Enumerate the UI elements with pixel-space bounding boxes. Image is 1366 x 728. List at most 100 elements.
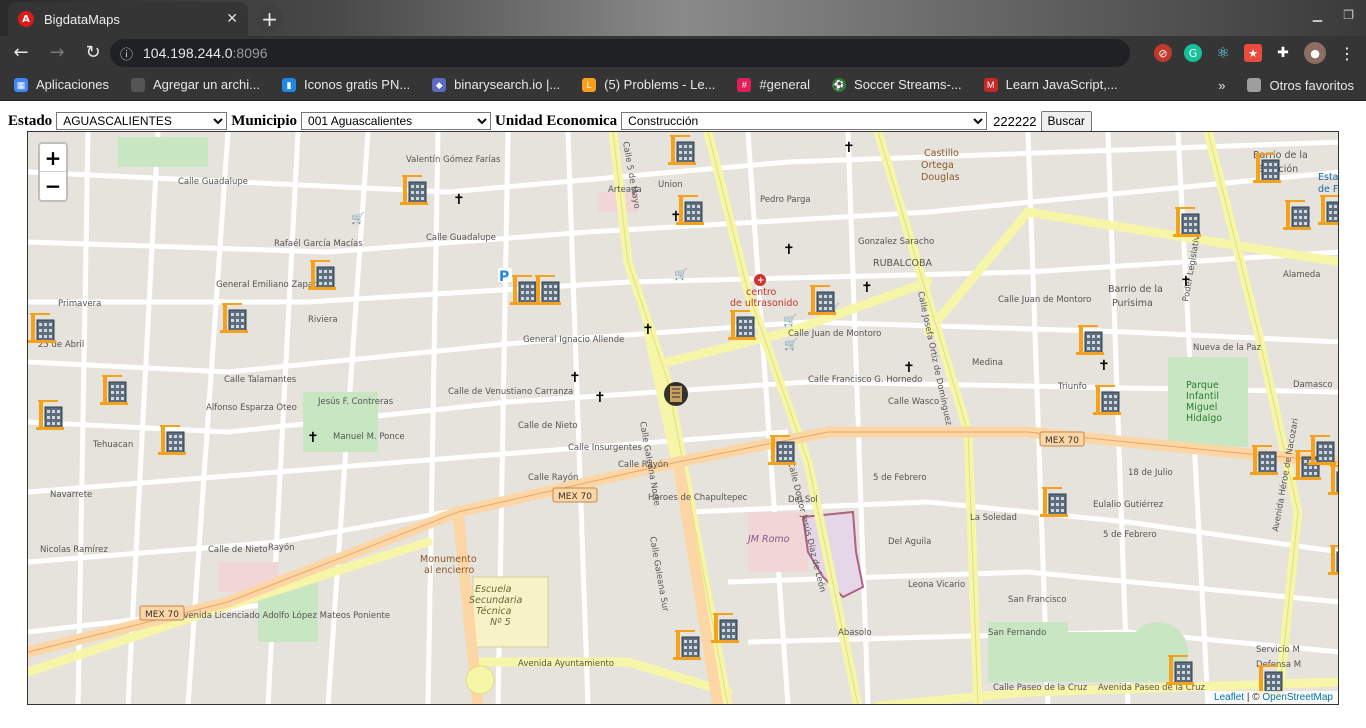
bookmark-item[interactable]: Agregar un archi... <box>131 77 260 92</box>
construction-marker-icon[interactable] <box>768 432 798 466</box>
construction-marker-icon[interactable] <box>158 422 188 456</box>
svg-text:Primavera: Primavera <box>58 299 101 309</box>
construction-marker-icon[interactable] <box>100 372 130 406</box>
bookmark-label: (5) Problems - Le... <box>604 77 716 92</box>
svg-text:Calle Guadalupe: Calle Guadalupe <box>178 177 248 187</box>
chrome-menu-icon[interactable]: ⋮ <box>1338 44 1356 63</box>
more-bookmarks-button[interactable]: » <box>1218 78 1225 93</box>
filter-form: Estado AGUASCALIENTES Municipio 001 Agua… <box>8 110 1092 132</box>
extension-red-icon[interactable]: ★ <box>1244 44 1262 62</box>
construction-marker-icon[interactable] <box>400 172 430 206</box>
zoom-out-button[interactable]: − <box>40 172 66 200</box>
bookmark-item[interactable]: # #general <box>737 77 810 92</box>
construction-marker-icon[interactable] <box>1250 442 1280 476</box>
svg-text:San Fernando: San Fernando <box>988 628 1046 638</box>
construction-marker-icon[interactable] <box>1283 197 1313 231</box>
grammarly-extension-icon[interactable]: G <box>1184 44 1202 62</box>
svg-text:Tehuacan: Tehuacan <box>92 440 133 450</box>
svg-text:✝: ✝ <box>843 140 855 156</box>
construction-marker-icon[interactable] <box>676 192 706 226</box>
tab-close-icon[interactable]: ✕ <box>226 11 238 27</box>
back-button[interactable]: ← <box>6 38 36 68</box>
extensions-puzzle-icon[interactable]: ✚ <box>1274 44 1292 62</box>
svg-text:Navarrete: Navarrete <box>50 490 92 500</box>
svg-text:Técnica: Técnica <box>476 606 512 617</box>
bookmark-item[interactable]: M Learn JavaScript,... <box>983 77 1118 92</box>
svg-text:Rayón: Rayón <box>268 542 295 553</box>
construction-marker-icon[interactable] <box>1308 432 1338 466</box>
browser-tab[interactable]: A BigdataMaps ✕ <box>8 2 248 36</box>
construction-marker-icon[interactable] <box>1173 204 1203 238</box>
construction-marker-icon[interactable] <box>308 257 338 291</box>
tab-title: BigdataMaps <box>44 11 120 27</box>
bookmark-label: Aplicaciones <box>36 77 109 92</box>
svg-text:Leona Vicario: Leona Vicario <box>908 580 965 590</box>
leaflet-map[interactable]: Calle Guadalupe Calle Guadalupe Valentín… <box>27 131 1339 705</box>
construction-marker-icon[interactable] <box>1166 652 1196 686</box>
construction-marker-icon[interactable] <box>728 307 758 341</box>
svg-text:✝: ✝ <box>594 390 606 406</box>
svg-text:Esta: Esta <box>1318 172 1339 183</box>
openstreetmap-link[interactable]: OpenStreetMap <box>1262 692 1333 703</box>
other-bookmarks-folder[interactable]: Otros favoritos <box>1247 78 1354 93</box>
construction-marker-icon[interactable] <box>711 610 741 644</box>
selected-location-marker-icon[interactable] <box>661 377 691 411</box>
bookmark-label: #general <box>759 77 811 92</box>
bookmark-item[interactable]: ▦ Aplicaciones <box>14 77 109 92</box>
highway-shield-label: MEX 70 <box>145 610 179 620</box>
construction-marker-icon[interactable] <box>1076 322 1106 356</box>
new-tab-button[interactable]: + <box>256 5 283 32</box>
search-button[interactable]: Buscar <box>1040 110 1092 132</box>
minimize-window-icon[interactable]: ▁ <box>1313 8 1322 22</box>
blocker-extension-icon[interactable]: ⊘ <box>1154 44 1172 62</box>
bookmark-item[interactable]: ⚽ Soccer Streams-... <box>832 77 962 92</box>
address-bar[interactable]: ⓘ 104.198.244.0:8096 <box>110 39 1130 67</box>
restore-window-icon[interactable]: ❐ <box>1343 8 1354 22</box>
bookmark-item[interactable]: L (5) Problems - Le... <box>582 77 715 92</box>
svg-text:Calle Juan de Montoro: Calle Juan de Montoro <box>788 329 881 339</box>
svg-text:Calle de Nieto: Calle de Nieto <box>208 545 268 555</box>
municipio-label: Municipio <box>231 112 298 129</box>
svg-text:5 de Febrero: 5 de Febrero <box>873 473 927 483</box>
construction-marker-icon[interactable] <box>668 132 698 166</box>
municipio-select[interactable]: 001 Aguascalientes <box>301 112 492 130</box>
svg-text:✝: ✝ <box>569 370 581 386</box>
svg-text:Calle de Nieto: Calle de Nieto <box>518 421 578 431</box>
svg-text:Purisima: Purisima <box>1112 298 1153 309</box>
construction-marker-icon[interactable] <box>36 397 66 431</box>
construction-marker-icon[interactable] <box>1328 542 1338 576</box>
construction-marker-icon[interactable] <box>673 627 703 661</box>
svg-text:La Soledad: La Soledad <box>970 513 1017 523</box>
svg-text:Manuel M. Ponce: Manuel M. Ponce <box>333 432 405 442</box>
construction-marker-icon[interactable] <box>1040 484 1070 518</box>
zoom-control: + − <box>38 142 68 202</box>
bookmark-item[interactable]: ◆ binarysearch.io |... <box>432 77 560 92</box>
highway-shield-label: MEX 70 <box>1045 436 1079 446</box>
profile-avatar[interactable]: ● <box>1304 42 1326 64</box>
react-devtools-icon[interactable]: ⚛ <box>1214 44 1232 62</box>
site-info-icon[interactable]: ⓘ <box>120 44 133 63</box>
construction-marker-icon[interactable] <box>220 300 250 334</box>
estado-select[interactable]: AGUASCALIENTES <box>56 112 228 130</box>
svg-text:Parque: Parque <box>1186 380 1219 391</box>
construction-marker-icon[interactable] <box>808 282 838 316</box>
unidad-economica-select[interactable]: Construcción <box>621 112 988 130</box>
svg-text:Monumento: Monumento <box>420 554 477 565</box>
svg-text:General Emiliano Zapata: General Emiliano Zapata <box>216 280 322 290</box>
construction-marker-icon[interactable] <box>1318 192 1338 226</box>
construction-marker-icon[interactable] <box>533 272 563 306</box>
construction-marker-icon[interactable] <box>28 310 58 344</box>
zoom-in-button[interactable]: + <box>40 144 66 172</box>
url-host: 104.198.244.0 <box>143 45 233 61</box>
forward-button[interactable]: → <box>42 38 72 68</box>
construction-marker-icon[interactable] <box>1093 382 1123 416</box>
attribution-separator: | © <box>1244 692 1263 703</box>
bookmark-item[interactable]: ▮ Iconos gratis PN... <box>281 77 410 92</box>
svg-text:Servicio M: Servicio M <box>1256 645 1300 655</box>
leaflet-link[interactable]: Leaflet <box>1214 692 1244 703</box>
construction-marker-icon[interactable] <box>1253 150 1283 184</box>
svg-text:Miguel: Miguel <box>1186 402 1217 413</box>
construction-marker-icon[interactable] <box>1328 462 1338 496</box>
reload-button[interactable]: ↻ <box>78 38 108 68</box>
angular-favicon-icon: A <box>18 11 34 27</box>
